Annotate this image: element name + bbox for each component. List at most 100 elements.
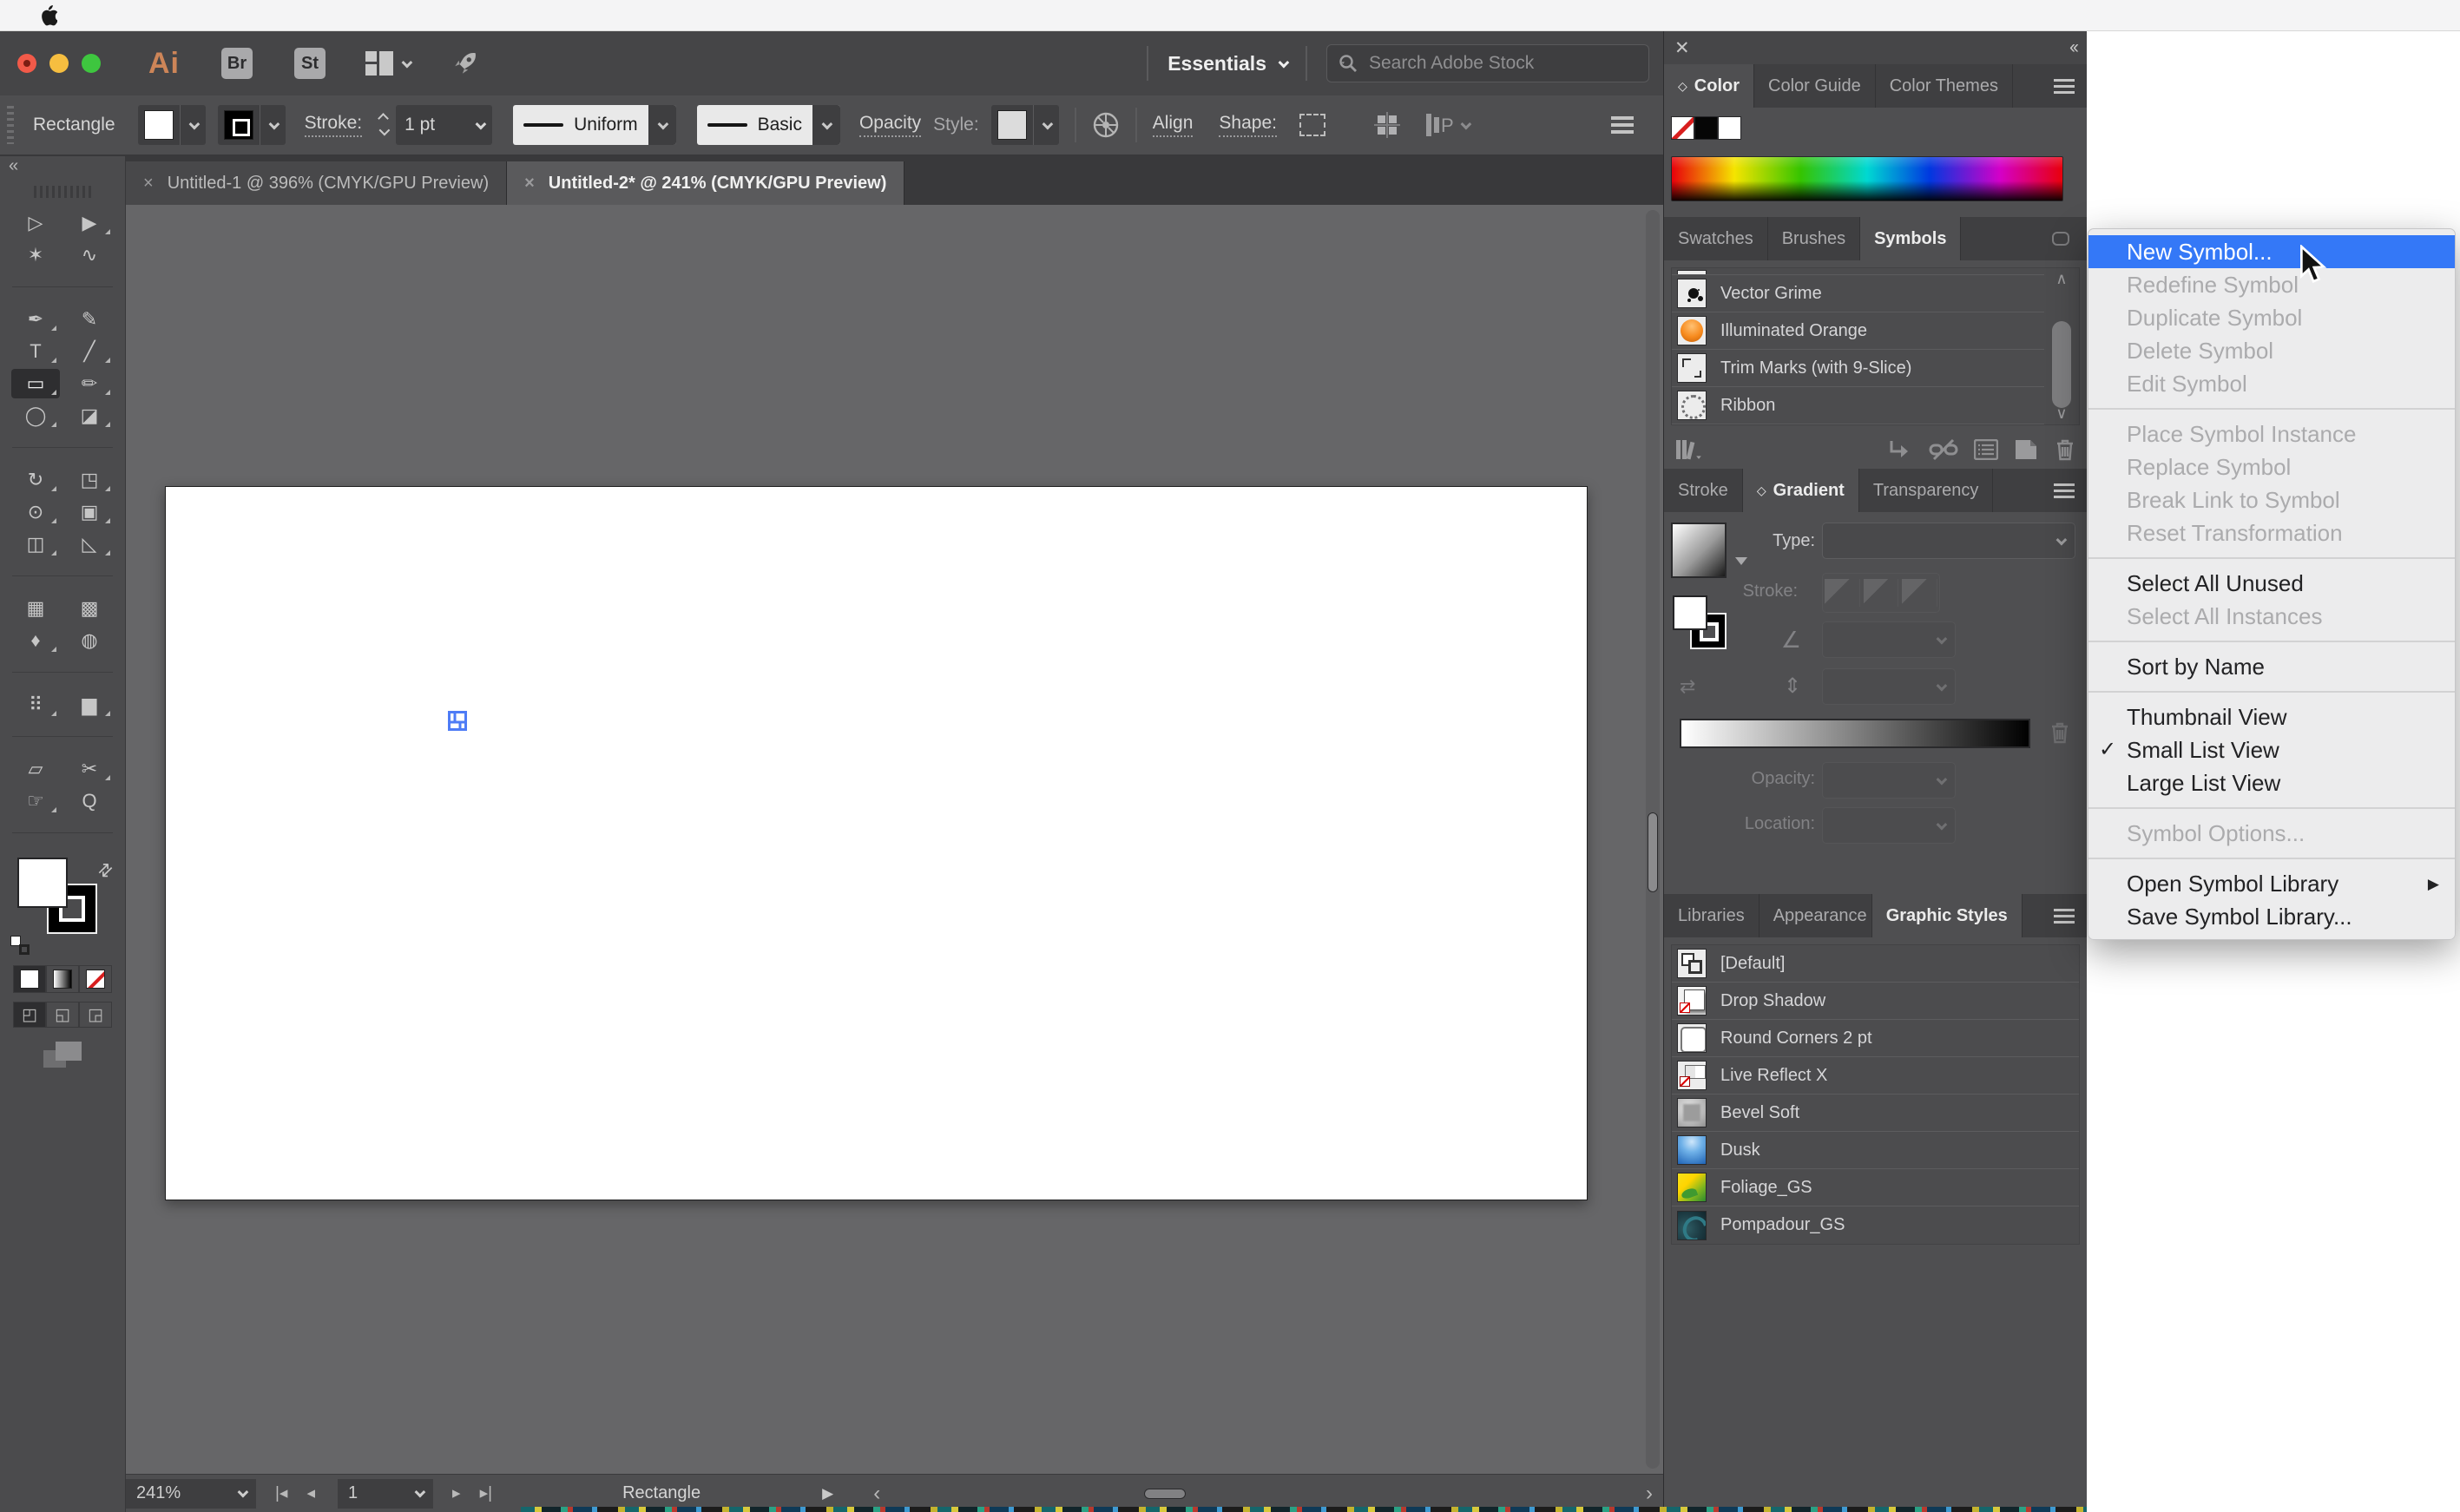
gpu-performance-rocket-icon[interactable] (451, 49, 479, 77)
fill-proxy[interactable] (17, 858, 68, 908)
tools-panel-grip[interactable] (34, 186, 91, 198)
symbol-trim-marks[interactable]: Trim Marks (with 9-Slice) (1672, 350, 2044, 387)
menu-item-thumbnail-view[interactable]: Thumbnail View (2088, 700, 2455, 733)
scale-tool[interactable]: ◳ (65, 465, 114, 495)
close-tab-icon[interactable]: × (143, 174, 154, 194)
draw-behind-button[interactable]: ◱ (46, 1002, 79, 1028)
menu-item-small-list-view[interactable]: Small List View (2088, 733, 2455, 766)
menu-item-new-symbol[interactable]: New Symbol... (2088, 235, 2455, 268)
slice-tool[interactable]: ✂ (65, 754, 114, 784)
paintbrush-tool[interactable]: ✏ (65, 369, 114, 398)
curvature-tool[interactable]: ✎ (65, 305, 114, 334)
column-graph-tool[interactable]: ▆ (65, 690, 114, 720)
menu-item-replace-symbol[interactable]: Replace Symbol (2088, 450, 2455, 483)
symbols-panel-menu-icon[interactable] (2040, 217, 2082, 260)
symbol-ribbon[interactable]: Ribbon (1672, 387, 2044, 424)
tab-color-themes[interactable]: Color Themes (1876, 64, 2013, 108)
black-swatch[interactable] (1694, 116, 1718, 140)
status-menu-arrow-icon[interactable]: ▶ (822, 1485, 833, 1502)
perspective-grid-tool[interactable]: ◺ (65, 529, 114, 559)
delete-gradient-stop-icon[interactable] (2049, 720, 2071, 745)
doc-tab-untitled-2[interactable]: × Untitled-2* @ 241% (CMYK/GPU Preview) (507, 161, 904, 205)
brush-definition-dropdown[interactable]: Basic (697, 105, 840, 145)
tab-appearance[interactable]: Appearance (1759, 894, 1872, 937)
workspace-switcher[interactable]: Essentials (1168, 52, 1286, 76)
stroke-within-icon[interactable] (1825, 579, 1860, 607)
stepper-down-icon[interactable] (379, 125, 391, 136)
opacity-label[interactable]: Opacity (859, 113, 921, 137)
symbols-scrollbar[interactable]: ∧ ∨ (2046, 270, 2077, 423)
vertical-scrollbar-thumb[interactable] (1648, 812, 1658, 892)
stock-search[interactable] (1326, 44, 1649, 82)
white-swatch[interactable] (1718, 116, 1741, 140)
swap-fill-stroke-icon[interactable]: ⇄ (93, 858, 119, 884)
new-symbol-icon[interactable] (2014, 438, 2038, 461)
magic-wand-tool[interactable]: ✶ (11, 240, 60, 270)
gradient-location-dropdown[interactable] (1822, 807, 1956, 844)
menu-item-sort-by-name[interactable]: Sort by Name (2088, 650, 2455, 683)
shape-label[interactable]: Shape: (1219, 113, 1277, 137)
mesh-tool[interactable]: ▦ (11, 594, 60, 623)
stroke-weight-label[interactable]: Stroke: (305, 113, 363, 137)
gradient-type-dropdown[interactable] (1822, 523, 2075, 559)
gradient-opacity-dropdown[interactable] (1822, 762, 1956, 799)
none-button[interactable] (79, 965, 112, 993)
style-drop-shadow[interactable]: Drop Shadow (1672, 983, 2079, 1020)
tab-symbols[interactable]: Symbols (1860, 217, 1961, 260)
tab-gradient[interactable]: ◇ Gradient (1743, 469, 1859, 512)
symbol-row-partial[interactable] (1672, 268, 2044, 275)
menu-item-redefine-symbol[interactable]: Redefine Symbol (2088, 268, 2455, 301)
variable-width-profile-dropdown[interactable]: Uniform (513, 105, 676, 145)
stroke-weight-field[interactable]: 1 pt (396, 105, 492, 145)
shaper-tool[interactable]: ◯ (11, 401, 60, 431)
tab-color[interactable]: ◇ Color (1664, 64, 1754, 108)
line-segment-tool[interactable]: ╱ (65, 337, 114, 366)
zoom-level-dropdown[interactable]: 241% (126, 1479, 256, 1509)
styles-panel-menu-icon[interactable] (2042, 894, 2087, 937)
stroke-weight-stepper[interactable] (379, 115, 387, 135)
menu-item-save-symbol-library[interactable]: Save Symbol Library... (2088, 900, 2455, 933)
menu-item-place-symbol-instance[interactable]: Place Symbol Instance (2088, 417, 2455, 450)
apple-menu-icon[interactable] (40, 5, 57, 26)
type-tool[interactable]: T (11, 337, 60, 366)
eraser-tool[interactable]: ◪ (65, 401, 114, 431)
gradient-presets-arrow-icon[interactable] (1735, 557, 1747, 565)
window-close-button[interactable] (17, 54, 36, 73)
artboard-tool[interactable]: ▱ (11, 754, 60, 784)
bridge-button[interactable]: Br (221, 48, 253, 79)
tab-color-guide[interactable]: Color Guide (1754, 64, 1876, 108)
vertical-scrollbar[interactable] (1646, 210, 1660, 1469)
scroll-left-icon[interactable]: ‹ (873, 1482, 880, 1506)
menu-item-large-list-view[interactable]: Large List View (2088, 766, 2455, 799)
symbol-options-icon[interactable] (1974, 439, 1998, 460)
rectangle-tool[interactable]: ▭ (11, 369, 60, 398)
gradient-button[interactable] (46, 965, 79, 993)
tab-stroke[interactable]: Stroke (1664, 469, 1743, 512)
isolate-selected-object-icon[interactable] (1092, 111, 1120, 139)
collapse-panels-icon[interactable]: ‹‹ (2069, 37, 2076, 58)
tab-transparency[interactable]: Transparency (1859, 469, 1994, 512)
symbols-scrollbar-thumb[interactable] (2052, 321, 2071, 408)
artboard[interactable] (165, 486, 1588, 1200)
place-symbol-instance-icon[interactable] (1887, 438, 1913, 461)
menu-item-reset-transformation[interactable]: Reset Transformation (2088, 516, 2455, 549)
horizontal-scrollbar-thumb[interactable] (1144, 1489, 1186, 1499)
shape-builder-tool[interactable]: ◫ (11, 529, 60, 559)
next-artboard-button[interactable]: ▸ (452, 1483, 461, 1503)
style-dropdown[interactable] (991, 105, 1059, 145)
gradient-aspect-dropdown[interactable] (1822, 668, 1956, 705)
style-dusk[interactable]: Dusk (1672, 1132, 2079, 1169)
glyph-snapping-icon[interactable]: P (1424, 112, 1469, 138)
window-minimize-button[interactable] (49, 54, 69, 73)
lasso-tool[interactable]: ∿ (65, 240, 114, 270)
hand-tool[interactable]: ☞ (11, 786, 60, 816)
tab-swatches[interactable]: Swatches (1664, 217, 1768, 260)
change-screen-mode-button[interactable] (43, 1042, 82, 1068)
stroke-along-icon[interactable] (1864, 579, 1899, 607)
style-round-corners[interactable]: Round Corners 2 pt (1672, 1020, 2079, 1057)
align-glyphs-icon[interactable] (1374, 112, 1400, 138)
zoom-tool[interactable]: Q (65, 786, 114, 816)
first-artboard-button[interactable]: |◂ (275, 1483, 287, 1503)
style-bevel-soft[interactable]: Bevel Soft (1672, 1095, 2079, 1132)
menu-item-break-link[interactable]: Break Link to Symbol (2088, 483, 2455, 516)
